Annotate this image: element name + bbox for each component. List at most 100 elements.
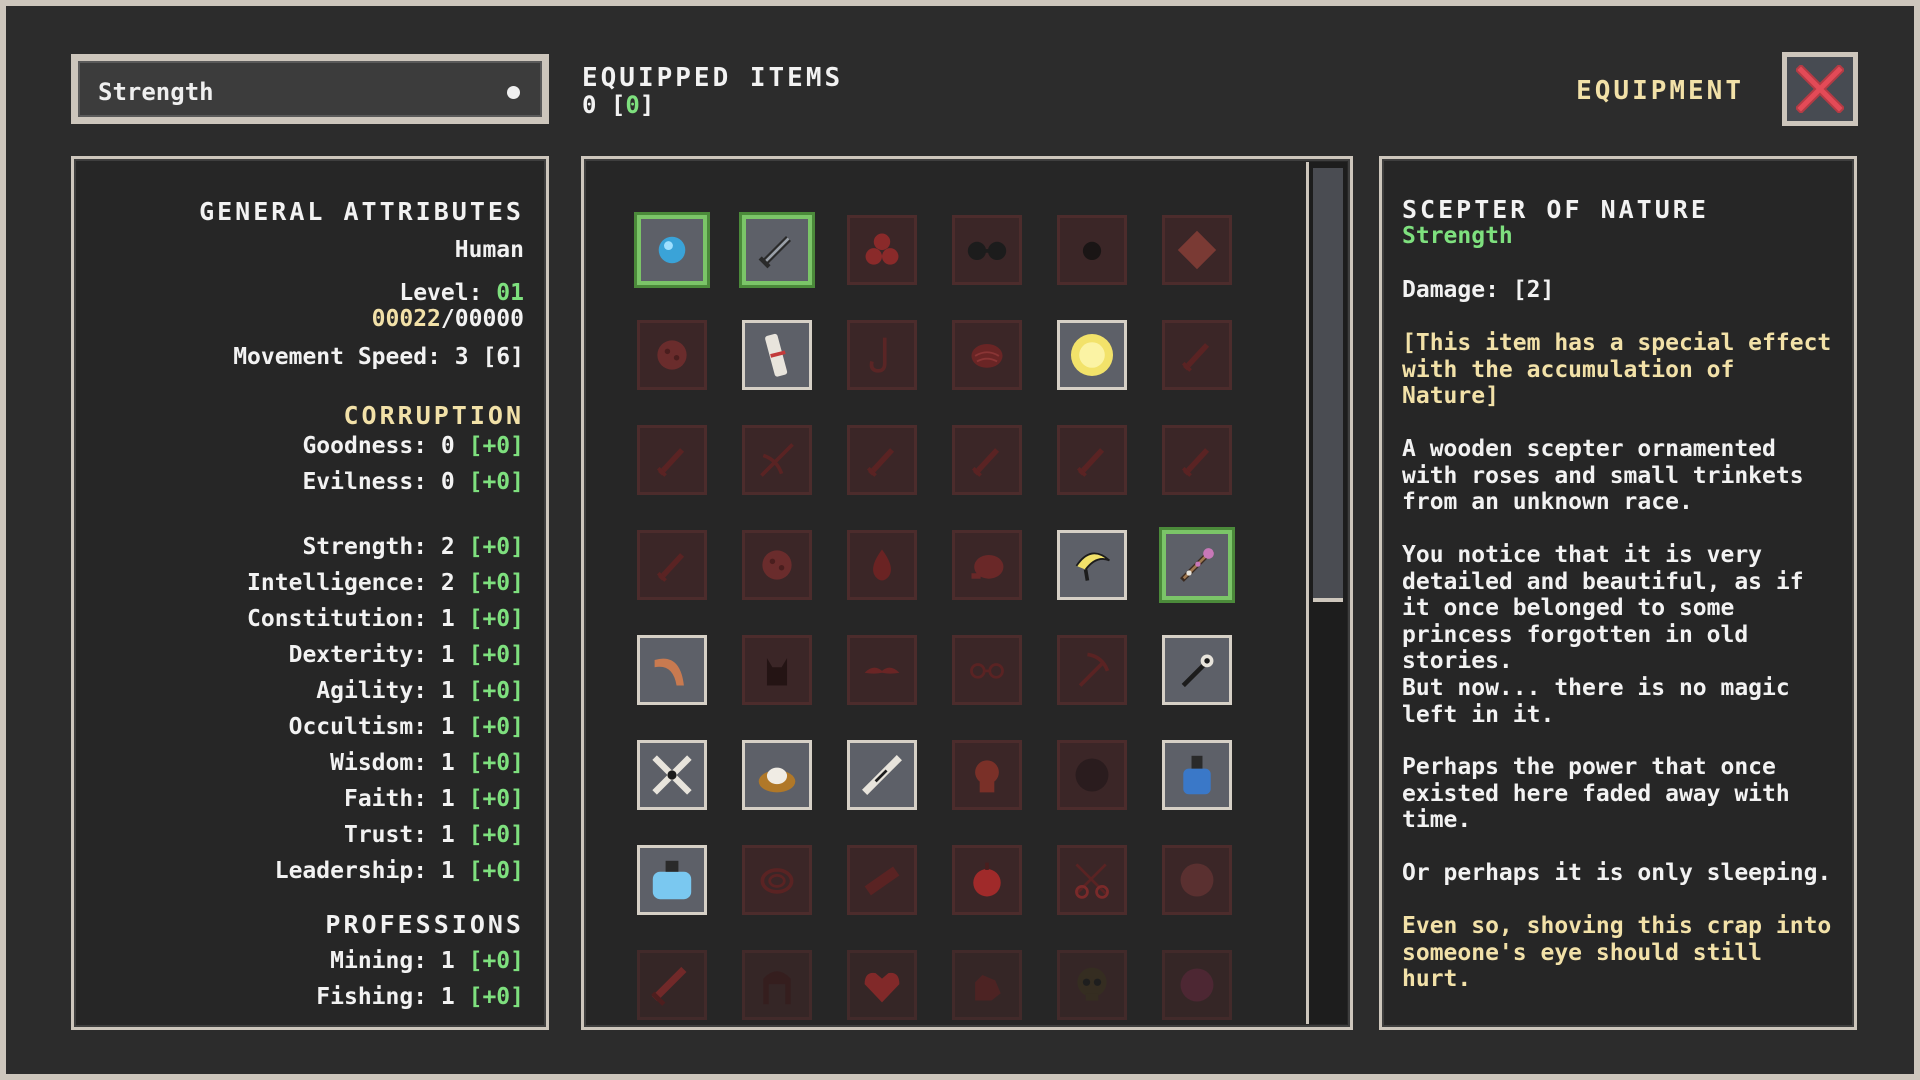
- stat-label: Leadership: 1: [274, 858, 469, 884]
- inventory-slot[interactable]: [952, 740, 1022, 810]
- inventory-slot[interactable]: [742, 845, 812, 915]
- sickle-icon: [1075, 552, 1110, 581]
- scroll-icon: [765, 333, 788, 377]
- inventory-slot[interactable]: [637, 320, 707, 390]
- inventory-slot[interactable]: [1057, 320, 1127, 390]
- stat-mining: Mining: 1 [+0]: [330, 948, 524, 974]
- stat-leadership: Leadership: 1 [+0]: [275, 858, 524, 884]
- stat-bonus: [+0]: [468, 858, 524, 884]
- close-icon: [1796, 65, 1844, 113]
- cat-icon: [766, 658, 788, 686]
- inventory-slot[interactable]: [1162, 425, 1232, 495]
- corruption-title: CORRUPTION: [343, 401, 524, 430]
- inventory-slot[interactable]: [952, 425, 1022, 495]
- round-stone-icon: [657, 340, 687, 370]
- stat-label: Wisdom: 1: [330, 750, 469, 776]
- inventory-slot[interactable]: [1162, 320, 1232, 390]
- meat-icon: [971, 554, 1004, 579]
- inventory-slot[interactable]: [847, 950, 917, 1020]
- item-special-effect: [This item has a special effect with the…: [1402, 330, 1832, 409]
- inventory-panel: [581, 156, 1353, 1030]
- hook-icon: [869, 337, 887, 373]
- inventory-slot[interactable]: [742, 950, 812, 1020]
- inventory-slot[interactable]: [742, 215, 812, 285]
- inventory-slot[interactable]: [742, 320, 812, 390]
- scepter-icon: [1180, 548, 1214, 582]
- close-button-face[interactable]: [1787, 57, 1853, 121]
- dropdown-indicator-icon[interactable]: [507, 86, 520, 99]
- stat-occultism: Occultism: 1 [+0]: [289, 714, 524, 740]
- inventory-slot[interactable]: [847, 740, 917, 810]
- blue-bottle-icon: [1183, 755, 1211, 795]
- stat-bonus: [+0]: [468, 570, 524, 596]
- inventory-slot[interactable]: [1162, 950, 1232, 1020]
- stat-bonus: [+0]: [468, 984, 524, 1010]
- stat-label: Intelligence: 2: [247, 570, 469, 596]
- inventory-slot[interactable]: [637, 425, 707, 495]
- inventory-slot[interactable]: [1162, 215, 1232, 285]
- head-icon: [975, 760, 999, 793]
- stat-bonus: [+0]: [468, 786, 524, 812]
- inventory-slot[interactable]: [742, 425, 812, 495]
- inventory-slot[interactable]: [1162, 845, 1232, 915]
- inventory-slot[interactable]: [637, 635, 707, 705]
- item-description-4: Perhaps the power that once existed here…: [1402, 754, 1790, 833]
- inventory-slot[interactable]: [742, 530, 812, 600]
- stat-label: Goodness: 0: [302, 433, 469, 459]
- stat-fishing: Fishing: 1 [+0]: [316, 984, 524, 1010]
- inventory-slot[interactable]: [637, 845, 707, 915]
- stat-label: Faith: 1: [343, 786, 469, 812]
- inventory-slot[interactable]: [742, 740, 812, 810]
- inventory-slot[interactable]: [637, 950, 707, 1020]
- inventory-slot[interactable]: [847, 320, 917, 390]
- inventory-slot[interactable]: [847, 215, 917, 285]
- inventory-slot[interactable]: [1162, 635, 1232, 705]
- inventory-slot[interactable]: [1162, 740, 1232, 810]
- inventory-slot[interactable]: [952, 635, 1022, 705]
- inventory-slot[interactable]: [847, 530, 917, 600]
- xp-max: /00000: [440, 306, 524, 332]
- inventory-slot[interactable]: [637, 740, 707, 810]
- inventory-slot[interactable]: [742, 635, 812, 705]
- rope-icon: [760, 868, 794, 894]
- stat-dexterity: Dexterity: 1 [+0]: [289, 642, 524, 668]
- inventory-slot[interactable]: [1057, 425, 1127, 495]
- inventory-slot[interactable]: [847, 845, 917, 915]
- inventory-slot[interactable]: [1057, 950, 1127, 1020]
- filter-dropdown-field[interactable]: Strength: [78, 61, 542, 117]
- close-button[interactable]: [1782, 52, 1858, 126]
- inventory-slot[interactable]: [952, 215, 1022, 285]
- equipped-items-count: 0 [0]: [582, 91, 655, 119]
- wand-icon: [1181, 654, 1214, 688]
- dagger-icon: [1181, 448, 1210, 477]
- scrollbar-thumb[interactable]: [1313, 168, 1343, 602]
- inventory-slot[interactable]: [637, 215, 707, 285]
- inventory-slot[interactable]: [1057, 845, 1127, 915]
- inventory-slot[interactable]: [637, 530, 707, 600]
- inventory-slot[interactable]: [847, 425, 917, 495]
- stat-evilness: Evilness: 0 [+0]: [302, 469, 524, 495]
- item-description-1: A wooden scepter ornamented with roses a…: [1402, 436, 1804, 515]
- inventory-slot[interactable]: [952, 845, 1022, 915]
- inventory-slot[interactable]: [952, 320, 1022, 390]
- movement-speed: Movement Speed: 3 [6]: [233, 344, 524, 370]
- inventory-slot[interactable]: [1057, 530, 1127, 600]
- inventory-slot[interactable]: [952, 950, 1022, 1020]
- dark-orb-icon: [1082, 241, 1102, 261]
- inventory-slot[interactable]: [952, 530, 1022, 600]
- inventory-slot[interactable]: [1057, 740, 1127, 810]
- inventory-slot[interactable]: [1057, 635, 1127, 705]
- inventory-slot[interactable]: [1162, 530, 1232, 600]
- brain-icon: [971, 344, 1003, 368]
- level-value: 01: [496, 280, 524, 306]
- inventory-slot[interactable]: [847, 635, 917, 705]
- inventory-slot[interactable]: [1057, 215, 1127, 285]
- stat-constitution: Constitution: 1 [+0]: [247, 606, 524, 632]
- filter-dropdown[interactable]: Strength: [71, 54, 549, 124]
- stat-label: Trust: 1: [343, 822, 469, 848]
- dagger-icon: [971, 448, 1000, 477]
- item-name: SCEPTER OF NATURE: [1402, 195, 1709, 224]
- stat-label: Agility: 1: [316, 678, 469, 704]
- inventory-scrollbar[interactable]: [1306, 162, 1347, 1024]
- apple-icon: [973, 862, 1001, 897]
